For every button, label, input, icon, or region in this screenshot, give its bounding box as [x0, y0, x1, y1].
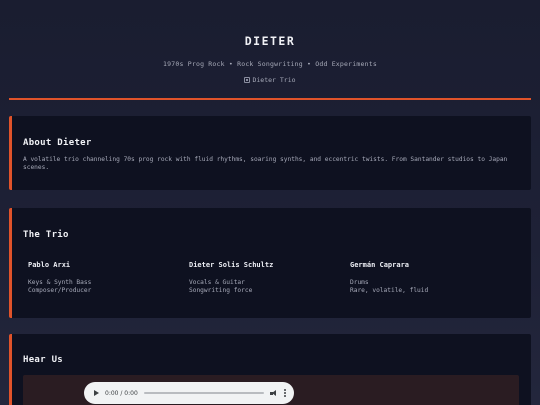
- about-section: About Dieter A volatile trio channeling …: [9, 116, 531, 190]
- member-card: Germán Caprara Drums Rare, volatile, flu…: [350, 261, 511, 295]
- about-heading: About Dieter: [23, 138, 92, 148]
- trio-heading: The Trio: [23, 230, 69, 240]
- hero-image-alt: Dieter Trio: [252, 76, 296, 84]
- seek-slider[interactable]: [143, 392, 264, 394]
- member-card: Dieter Solis Schultz Vocals & Guitar Son…: [189, 261, 350, 295]
- member-role-line: Vocals & Guitar: [189, 279, 245, 286]
- more-options-icon[interactable]: [284, 389, 286, 397]
- trio-section: The Trio Pablo Arxi Keys & Synth Bass Co…: [9, 208, 531, 318]
- tagline: 1970s Prog Rock • Rock Songwriting • Odd…: [163, 60, 377, 68]
- member-role: Keys & Synth Bass Composer/Producer: [28, 279, 189, 295]
- broken-image-icon: [244, 77, 251, 83]
- volume-icon[interactable]: [270, 389, 278, 397]
- time-readout: 0:00 / 0:00: [105, 389, 138, 397]
- member-role-line: Rare, volatile, fluid: [350, 287, 429, 294]
- page: DIETER 1970s Prog Rock • Rock Songwritin…: [0, 0, 540, 405]
- member-role: Vocals & Guitar Songwriting force: [189, 279, 350, 295]
- member-name: Pablo Arxi: [28, 261, 71, 269]
- member-role-line: Keys & Synth Bass: [28, 279, 92, 286]
- about-text: A volatile trio channeling 70s prog rock…: [23, 156, 508, 171]
- member-role-line: Drums: [350, 279, 369, 286]
- member-role-line: Songwriting force: [189, 287, 253, 294]
- audio-player[interactable]: 0:00 / 0:00: [84, 382, 294, 404]
- member-card: Pablo Arxi Keys & Synth Bass Composer/Pr…: [28, 261, 189, 295]
- member-role-line: Composer/Producer: [28, 287, 92, 294]
- play-icon[interactable]: [94, 390, 99, 396]
- site-header: DIETER 1970s Prog Rock • Rock Songwritin…: [0, 0, 540, 87]
- header-divider: [9, 98, 531, 100]
- hear-heading: Hear Us: [23, 355, 64, 365]
- hear-section: Hear Us 0:00 / 0:00: [9, 334, 531, 405]
- member-name: Dieter Solis Schultz: [189, 261, 274, 269]
- member-role: Drums Rare, volatile, fluid: [350, 279, 511, 295]
- member-name: Germán Caprara: [350, 261, 410, 269]
- member-list: Pablo Arxi Keys & Synth Bass Composer/Pr…: [28, 261, 518, 295]
- hero-image: Dieter Trio: [244, 76, 296, 84]
- audio-container: 0:00 / 0:00: [23, 375, 519, 405]
- site-title: DIETER: [244, 34, 296, 48]
